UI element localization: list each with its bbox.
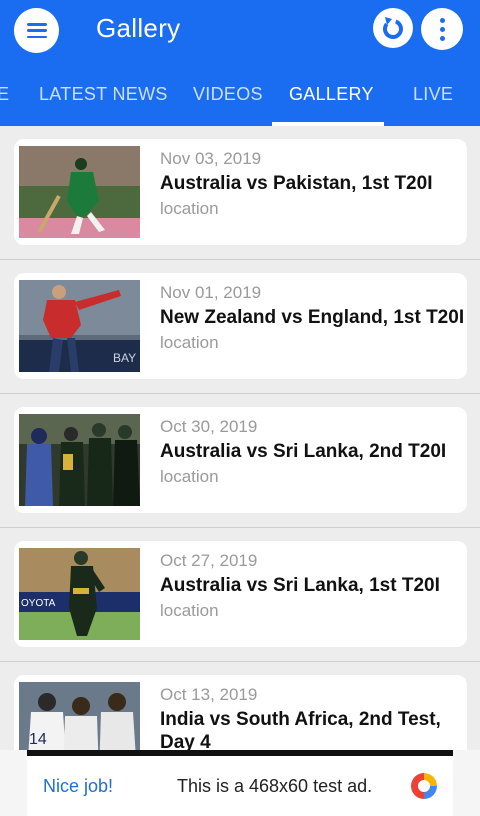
item-date: Nov 01, 2019: [160, 283, 262, 302]
gallery-card[interactable]: OYOTA Oct 27, 2019 Australia vs Sri Lank…: [14, 541, 467, 647]
more-vert-icon: [439, 17, 445, 41]
item-date: Oct 30, 2019: [160, 417, 258, 436]
hamburger-icon: [26, 23, 47, 38]
list-item[interactable]: BAY Nov 01, 2019 New Zealand vs England,…: [0, 260, 480, 394]
item-title: Australia vs Sri Lanka, 1st T20I: [160, 575, 440, 596]
gallery-thumbnail: [19, 146, 140, 238]
tab-bar: E LATEST NEWS VIDEOS GALLERY LIVE: [0, 70, 480, 126]
gallery-thumbnail: [19, 414, 140, 506]
menu-button[interactable]: [14, 8, 59, 53]
ad-logo-icon: [411, 773, 437, 799]
tab-live[interactable]: LIVE: [413, 84, 453, 105]
svg-text:14: 14: [29, 731, 47, 748]
refresh-button[interactable]: [373, 8, 413, 48]
ad-margin-right: [453, 750, 480, 816]
gallery-card[interactable]: BAY Nov 01, 2019 New Zealand vs England,…: [14, 273, 467, 379]
svg-text:BAY: BAY: [113, 351, 136, 365]
item-title: Australia vs Sri Lanka, 2nd T20I: [160, 441, 447, 462]
item-date: Oct 13, 2019: [160, 685, 258, 704]
app-bar: Gallery E LATEST NEWS VIDEOS GALLERY LIV…: [0, 0, 480, 126]
gallery-thumbnail: OYOTA: [19, 548, 140, 640]
gallery-card[interactable]: Oct 30, 2019 Australia vs Sri Lanka, 2nd…: [14, 407, 467, 513]
list-item[interactable]: Nov 03, 2019 Australia vs Pakistan, 1st …: [0, 126, 480, 260]
more-options-button[interactable]: [421, 8, 463, 50]
item-location: location: [160, 199, 219, 218]
ad-label: Nice job!: [43, 776, 114, 796]
item-title: India vs South Africa, 2nd Test, Day 4: [160, 709, 441, 753]
gallery-thumbnail: BAY: [19, 280, 140, 372]
item-location: location: [160, 601, 219, 620]
ad-banner[interactable]: Nice job! This is a 468x60 test ad.: [27, 750, 453, 816]
list-item[interactable]: OYOTA Oct 27, 2019 Australia vs Sri Lank…: [0, 528, 480, 662]
ad-text: This is a 468x60 test ad.: [177, 776, 373, 796]
tab-videos[interactable]: VIDEOS: [193, 84, 263, 105]
item-title: Australia vs Pakistan, 1st T20I: [160, 173, 433, 194]
page-title: Gallery: [96, 13, 181, 43]
item-date: Oct 27, 2019: [160, 551, 258, 570]
svg-text:OYOTA: OYOTA: [21, 598, 56, 609]
list-item[interactable]: Oct 30, 2019 Australia vs Sri Lanka, 2nd…: [0, 394, 480, 528]
tab-latest-news[interactable]: LATEST NEWS: [39, 84, 168, 105]
ad-margin-left: [0, 750, 27, 816]
tab-partial[interactable]: E: [0, 84, 9, 105]
tab-gallery[interactable]: GALLERY: [289, 84, 374, 105]
refresh-icon: [383, 17, 403, 39]
item-location: location: [160, 467, 219, 486]
gallery-card[interactable]: Nov 03, 2019 Australia vs Pakistan, 1st …: [14, 139, 467, 245]
item-title: New Zealand vs England, 1st T20I: [160, 307, 465, 328]
item-location: location: [160, 333, 219, 352]
item-date: Nov 03, 2019: [160, 149, 262, 168]
